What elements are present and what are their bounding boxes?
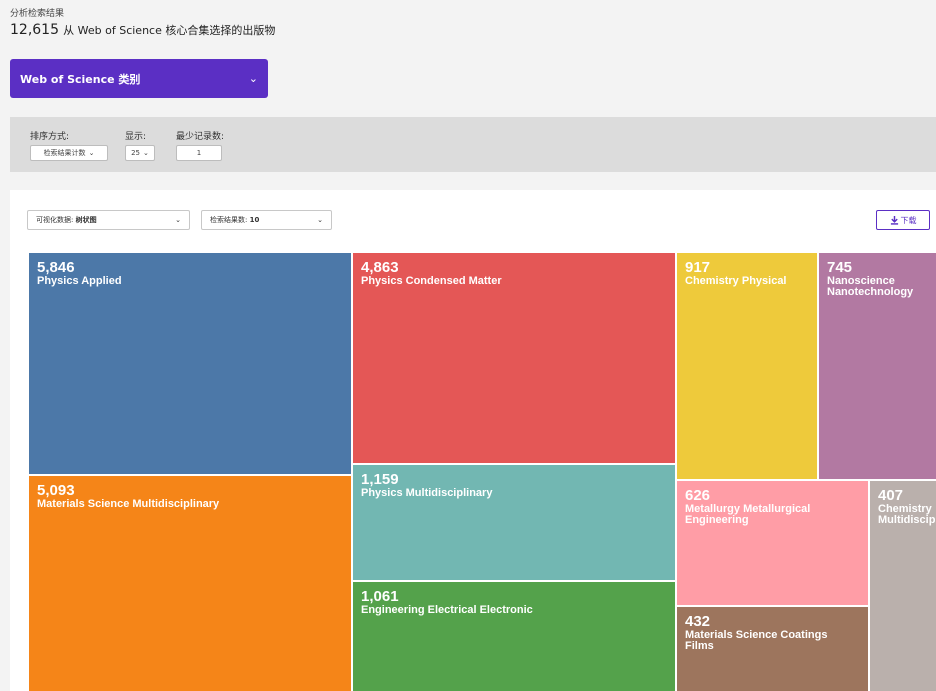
results-subtitle: 分析检索结果 bbox=[10, 9, 65, 19]
treemap-cell[interactable]: 5,093 Materials Science Multidisciplinary bbox=[29, 476, 351, 691]
show-select-value: 25 bbox=[131, 149, 141, 157]
treemap-cell[interactable]: 4,863 Physics Condensed Matter bbox=[353, 253, 675, 463]
results-count-dropdown-label: 检索结果数: bbox=[210, 216, 248, 224]
results-count: 12,615 bbox=[10, 22, 59, 38]
treemap-cell-value: 5,093 bbox=[37, 482, 75, 499]
treemap-cell-label: Physics Multidisciplinary bbox=[361, 487, 493, 499]
visualization-type-dropdown[interactable]: 可视化数据: 树状图 ⌄ bbox=[27, 210, 190, 230]
treemap-cell-label: Chemistry Physical bbox=[685, 275, 787, 287]
treemap-cell-label: Physics Applied bbox=[37, 275, 122, 287]
treemap-cell-value: 407 bbox=[878, 487, 904, 504]
chevron-down-icon: ⌄ bbox=[143, 149, 149, 157]
show-select[interactable]: 25 ⌄ bbox=[125, 145, 155, 161]
sort-control: 排序方式: 检索结果计数 ⌄ bbox=[30, 129, 108, 161]
download-button[interactable]: 下载 bbox=[876, 210, 930, 230]
download-label: 下载 bbox=[900, 215, 917, 225]
treemap-cell[interactable]: 917 Chemistry Physical bbox=[677, 253, 817, 479]
treemap-cell-label: Chemistry Multidisciplinary bbox=[878, 503, 936, 526]
download-icon bbox=[890, 215, 898, 225]
treemap-cell-label: Materials Science Coatings Films bbox=[685, 629, 828, 652]
treemap-cell-label: Physics Condensed Matter bbox=[361, 275, 502, 287]
treemap-cell-value: 4,863 bbox=[361, 259, 399, 276]
sort-select-value: 检索结果计数 bbox=[43, 149, 86, 157]
treemap-cell[interactable]: 626 Metallurgy Metallurgical Engineering bbox=[677, 481, 868, 605]
treemap-cell-label: Nanoscience Nanotechnology bbox=[827, 275, 914, 298]
treemap-cell-value: 1,159 bbox=[361, 471, 399, 488]
treemap-cell[interactable]: 5,846 Physics Applied bbox=[29, 253, 351, 474]
treemap-cell-label: Metallurgy Metallurgical Engineering bbox=[685, 503, 811, 526]
visualization-type-text: 可视化数据: 树状图 bbox=[36, 215, 97, 225]
min-records-label: 最少记录数: bbox=[176, 132, 225, 142]
sort-label: 排序方式: bbox=[30, 132, 70, 142]
visualization-type-label: 可视化数据: bbox=[36, 216, 74, 224]
sort-options-bar: 排序方式: 检索结果计数 ⌄ 显示: 25 ⌄ 最少记录数: 1 bbox=[10, 117, 936, 172]
category-dropdown-button[interactable]: Web of Science 类别 ⌄ bbox=[10, 59, 268, 98]
treemap-cell[interactable]: 407Chemistry Multidisciplinary bbox=[870, 481, 936, 691]
chevron-down-icon: ⌄ bbox=[317, 216, 323, 224]
sort-select[interactable]: 检索结果计数 ⌄ bbox=[30, 145, 108, 161]
treemap-cell[interactable]: 1,159 Physics Multidisciplinary bbox=[353, 465, 675, 580]
chevron-down-icon: ⌄ bbox=[175, 216, 181, 224]
visualization-type-value: 树状图 bbox=[75, 216, 97, 224]
results-count-dropdown-text: 检索结果数: 10 bbox=[210, 215, 259, 225]
results-count-dropdown[interactable]: 检索结果数: 10 ⌄ bbox=[201, 210, 332, 230]
category-dropdown-label: Web of Science 类别 bbox=[20, 72, 141, 86]
chevron-down-icon: ⌄ bbox=[88, 149, 95, 157]
treemap-cell-value: 917 bbox=[685, 259, 711, 276]
treemap-cell[interactable]: 1,061 Engineering Electrical Electronic bbox=[353, 582, 675, 691]
treemap-cell-value: 626 bbox=[685, 487, 711, 504]
show-label: 显示: bbox=[125, 132, 147, 142]
treemap-cell-value: 5,846 bbox=[37, 259, 75, 276]
treemap-cell-label: Materials Science Multidisciplinary bbox=[37, 498, 220, 510]
treemap-cell-value: 745 bbox=[827, 259, 853, 276]
show-control: 显示: 25 ⌄ bbox=[125, 129, 155, 161]
results-count-text: 从 Web of Science 核心合集选择的出版物 bbox=[63, 24, 276, 37]
treemap-cell[interactable]: 745 Nanoscience Nanotechnology bbox=[819, 253, 936, 479]
chevron-down-icon: ⌄ bbox=[248, 72, 258, 85]
results-count-line: 12,615 从 Web of Science 核心合集选择的出版物 bbox=[10, 22, 275, 38]
treemap-cell[interactable]: 432 Materials Science Coatings Films bbox=[677, 607, 868, 691]
treemap-cell-label: Engineering Electrical Electronic bbox=[361, 604, 533, 616]
min-records-input[interactable]: 1 bbox=[176, 145, 222, 161]
treemap-cell-value: 1,061 bbox=[361, 588, 399, 605]
min-records-control: 最少记录数: 1 bbox=[176, 129, 224, 161]
results-count-dropdown-value: 10 bbox=[249, 216, 260, 224]
treemap-cell-value: 432 bbox=[685, 613, 711, 630]
